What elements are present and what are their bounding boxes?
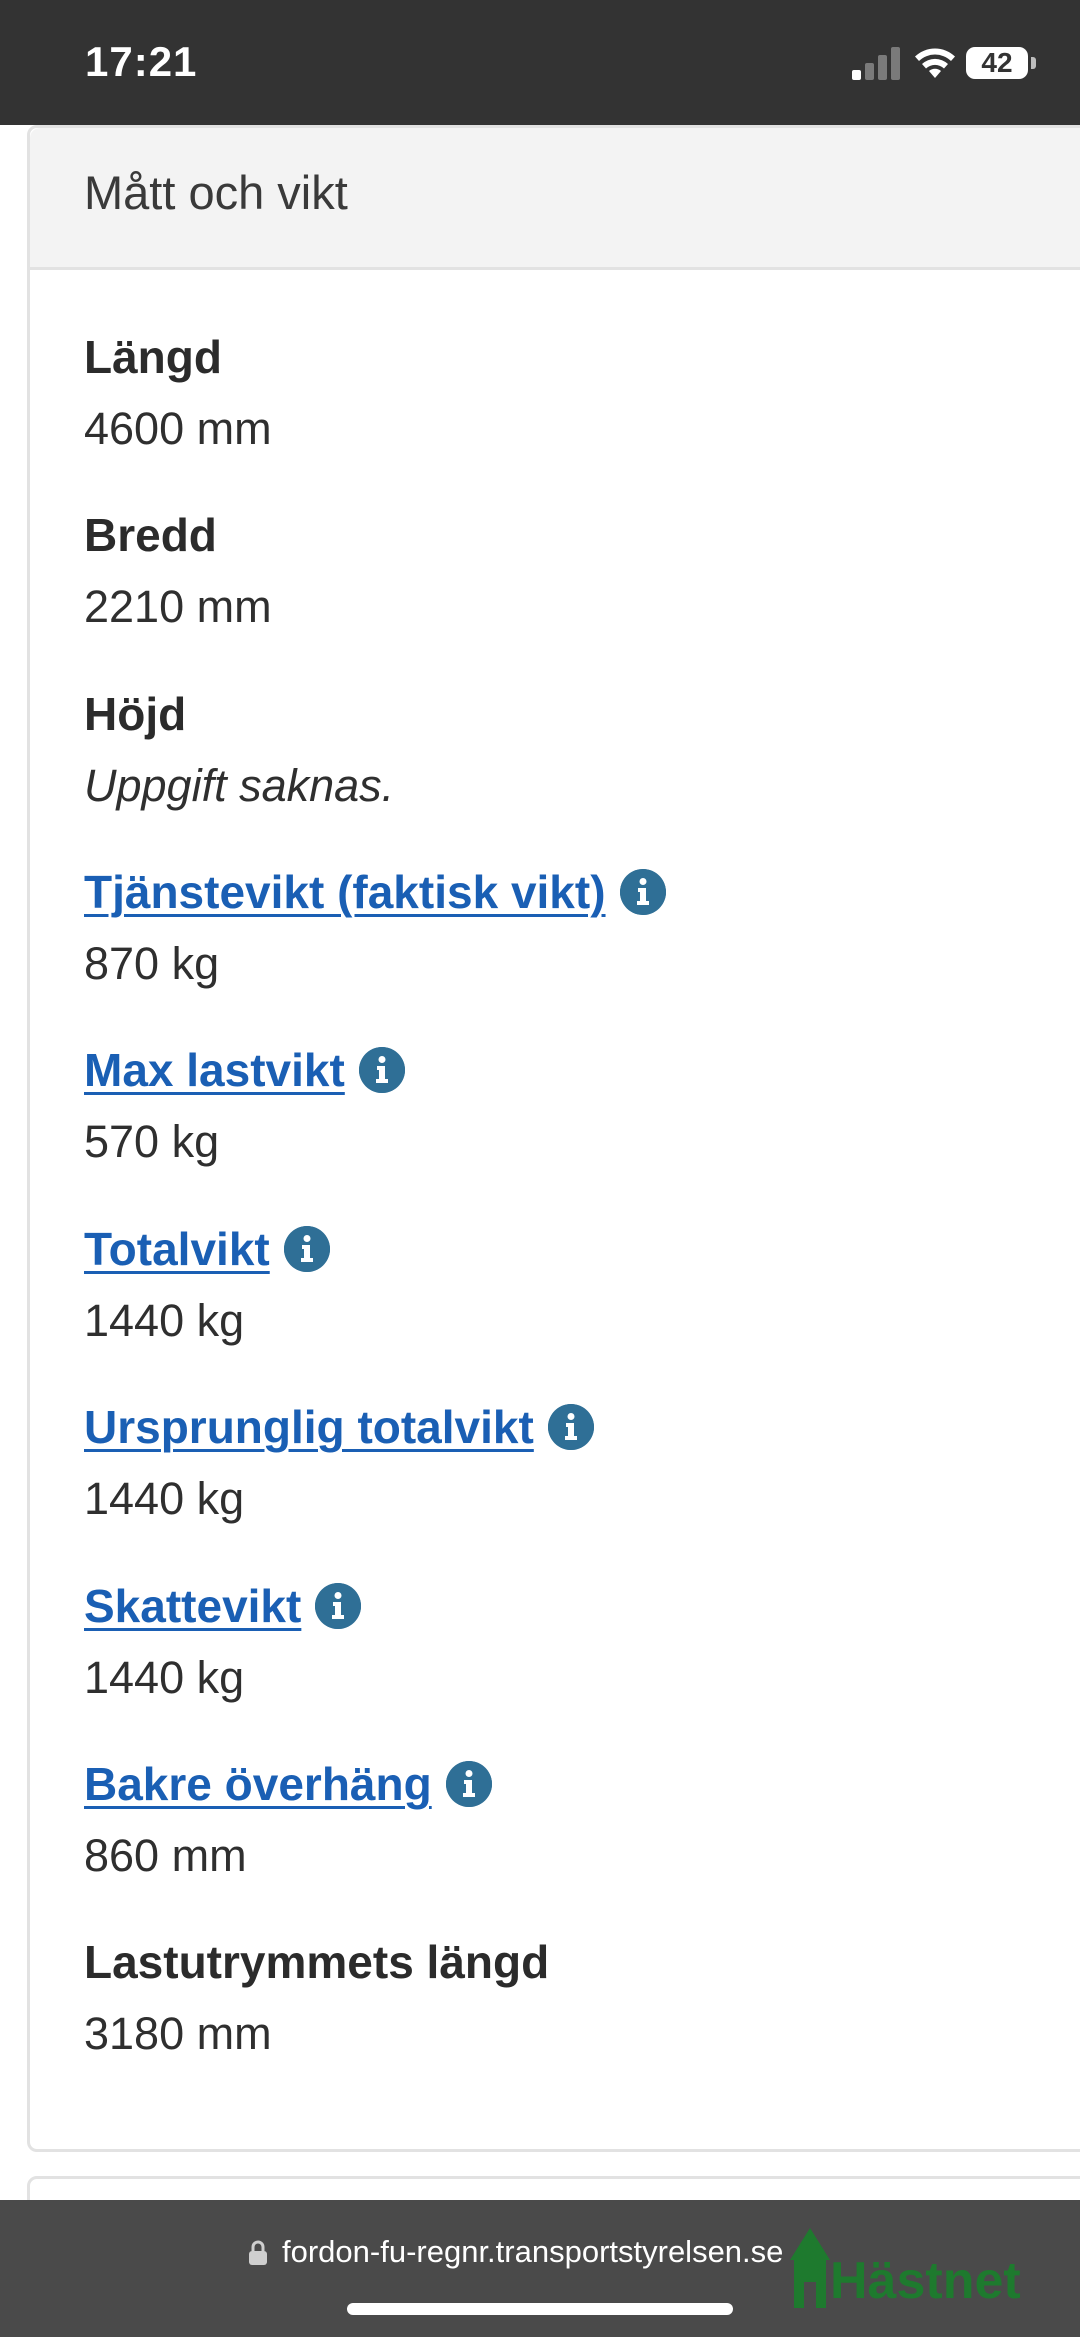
- field-max-load: Max lastvikt 570 kg: [84, 1041, 405, 1171]
- field-value: 570 kg: [84, 1116, 220, 1167]
- link-text: Skattevikt: [84, 1580, 302, 1632]
- field-value: 4600 mm: [84, 403, 272, 454]
- field-label: Bredd: [84, 509, 217, 561]
- svg-text:Hästnet: Hästnet: [830, 2252, 1021, 2310]
- total-weight-link[interactable]: Totalvikt: [84, 1220, 330, 1278]
- max-load-link[interactable]: Max lastvikt: [84, 1041, 405, 1099]
- field-label: Höjd: [84, 688, 187, 740]
- field-width: Bredd 2210 mm: [84, 506, 272, 636]
- info-icon: [315, 1583, 362, 1629]
- curb-weight-link[interactable]: Tjänstevikt (faktisk vikt): [84, 863, 666, 921]
- info-icon: [283, 1226, 330, 1272]
- field-cargo-length: Lastutrymmets längd 3180 mm: [84, 1933, 549, 2063]
- link-text: Tjänstevikt (faktisk vikt): [84, 866, 606, 918]
- field-rear-overhang: Bakre överhäng 860 mm: [84, 1755, 492, 1885]
- field-total-weight: Totalvikt 1440 kg: [84, 1220, 330, 1350]
- field-value: 3180 mm: [84, 2008, 272, 2059]
- field-value: 2210 mm: [84, 581, 272, 632]
- info-icon: [619, 869, 666, 915]
- status-bar: 17:21 42: [0, 0, 1080, 125]
- field-curb-weight: Tjänstevikt (faktisk vikt) 870 kg: [84, 863, 666, 993]
- link-text: Max lastvikt: [84, 1044, 345, 1096]
- field-value: 1440 kg: [84, 1473, 245, 1524]
- field-value: 1440 kg: [84, 1652, 245, 1703]
- link-text: Ursprunglig totalvikt: [84, 1401, 534, 1453]
- field-original-total-weight: Ursprunglig totalvikt 1440 kg: [84, 1398, 594, 1528]
- original-total-weight-link[interactable]: Ursprunglig totalvikt: [84, 1398, 594, 1456]
- link-text: Bakre överhäng: [84, 1758, 432, 1810]
- card-title: Mått och vikt: [84, 166, 348, 219]
- field-length: Längd 4600 mm: [84, 328, 272, 458]
- url-text[interactable]: fordon-fu-regnr.transportstyrelsen.se: [282, 2234, 783, 2270]
- battery-icon: 42: [966, 47, 1028, 79]
- hastnet-logo: Hästnet: [790, 2228, 1021, 2310]
- field-value: 1440 kg: [84, 1295, 245, 1346]
- status-time: 17:21: [85, 38, 198, 85]
- rear-overhang-link[interactable]: Bakre överhäng: [84, 1755, 492, 1813]
- home-indicator[interactable]: [347, 2303, 733, 2315]
- signal-icon: [852, 47, 900, 80]
- info-icon: [445, 1761, 492, 1807]
- lock-icon: [249, 2240, 267, 2265]
- battery-nub: [1031, 57, 1036, 69]
- dimensions-card: Mått och vikt Längd 4600 mm Bredd 2210 m…: [27, 125, 1080, 2152]
- field-value: 870 kg: [84, 938, 220, 989]
- info-icon: [358, 1047, 405, 1093]
- field-value: 860 mm: [84, 1830, 247, 1881]
- link-text: Totalvikt: [84, 1223, 270, 1275]
- field-value: Uppgift saknas.: [84, 760, 395, 811]
- field-label: Längd: [84, 331, 222, 383]
- tax-weight-link[interactable]: Skattevikt: [84, 1577, 362, 1635]
- info-icon: [547, 1404, 594, 1450]
- wifi-icon: [915, 48, 955, 78]
- field-height: Höjd Uppgift saknas.: [84, 685, 394, 815]
- field-label: Lastutrymmets längd: [84, 1936, 550, 1988]
- field-tax-weight: Skattevikt 1440 kg: [84, 1577, 362, 1707]
